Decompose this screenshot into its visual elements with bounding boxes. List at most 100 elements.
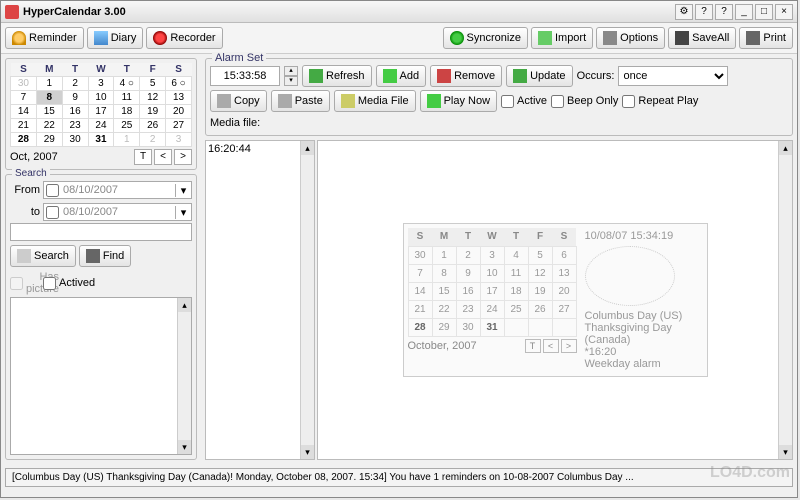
calendar-day[interactable]: 25	[114, 119, 140, 133]
spinner-up-icon[interactable]: ▴	[284, 66, 298, 76]
calendar-day[interactable]: 31	[88, 133, 114, 147]
calendar-day[interactable]: 1	[36, 77, 62, 91]
calendar-day[interactable]: 21	[11, 119, 37, 133]
calendar-day[interactable]: 5	[140, 77, 166, 91]
calendar-day[interactable]: 31	[480, 318, 504, 336]
calendar-day[interactable]: 17	[480, 282, 504, 300]
calendar-day[interactable]: 24	[480, 300, 504, 318]
calendar-day[interactable]: 8	[432, 264, 456, 282]
update-button[interactable]: Update	[506, 65, 572, 87]
remove-button[interactable]: Remove	[430, 65, 502, 87]
calendar-day[interactable]: 11	[504, 264, 528, 282]
search-text-input[interactable]	[10, 223, 192, 241]
titlebar-button-2[interactable]: ?	[695, 4, 713, 20]
calendar-day[interactable]: 30	[11, 77, 37, 91]
has-picture-checkbox[interactable]: Has picture	[10, 271, 40, 295]
calendar-day[interactable]: 16	[62, 105, 88, 119]
calendar-day[interactable]: 27	[166, 119, 192, 133]
calendar-day[interactable]: 2	[456, 246, 480, 264]
recorder-button[interactable]: Recorder	[146, 27, 222, 49]
spinner-down-icon[interactable]: ▾	[284, 76, 298, 86]
maximize-button[interactable]: □	[755, 4, 773, 20]
calendar-day[interactable]: 22	[432, 300, 456, 318]
calendar-day[interactable]: 10	[88, 91, 114, 105]
preview-prev-button[interactable]: <	[543, 339, 559, 353]
copy-button[interactable]: Copy	[210, 90, 267, 112]
print-button[interactable]: Print	[739, 27, 793, 49]
calendar-day[interactable]: 28	[11, 133, 37, 147]
calendar-day[interactable]: 30	[456, 318, 480, 336]
calendar-day[interactable]: 23	[456, 300, 480, 318]
calendar-day[interactable]: 29	[432, 318, 456, 336]
calendar-day[interactable]: 14	[408, 282, 432, 300]
refresh-button[interactable]: Refresh	[302, 65, 372, 87]
calendar-day[interactable]: 29	[36, 133, 62, 147]
close-button[interactable]: ×	[775, 4, 793, 20]
calendar-day[interactable]: 1	[432, 246, 456, 264]
syncronize-button[interactable]: Syncronize	[443, 27, 528, 49]
calendar-day[interactable]	[504, 318, 528, 336]
paste-button[interactable]: Paste	[271, 90, 330, 112]
calendar-day[interactable]: 23	[62, 119, 88, 133]
calendar-day[interactable]: 4	[504, 246, 528, 264]
reminder-button[interactable]: Reminder	[5, 27, 84, 49]
calendar-day[interactable]: 9	[456, 264, 480, 282]
add-button[interactable]: Add	[376, 65, 427, 87]
calendar-day[interactable]: 2	[140, 133, 166, 147]
calendar-day[interactable]: 22	[36, 119, 62, 133]
today-button[interactable]: T	[134, 149, 152, 165]
calendar-day[interactable]: 11	[114, 91, 140, 105]
calendar-day[interactable]: 6 ○	[166, 77, 192, 91]
calendar-day[interactable]: 28	[408, 318, 432, 336]
calendar-day[interactable]: 3	[166, 133, 192, 147]
scrollbar[interactable]: ▴▾	[300, 141, 314, 459]
calendar-day[interactable]: 3	[88, 77, 114, 91]
calendar-day[interactable]: 24	[88, 119, 114, 133]
diary-button[interactable]: Diary	[87, 27, 144, 49]
calendar-day[interactable]: 21	[408, 300, 432, 318]
calendar-day[interactable]: 12	[140, 91, 166, 105]
calendar-day[interactable]: 17	[88, 105, 114, 119]
calendar-day[interactable]: 10	[480, 264, 504, 282]
calendar-day[interactable]: 5	[528, 246, 552, 264]
preview-today-button[interactable]: T	[525, 339, 541, 353]
calendar-day[interactable]: 30	[62, 133, 88, 147]
calendar-day[interactable]: 6	[552, 246, 576, 264]
calendar-day[interactable]: 25	[504, 300, 528, 318]
calendar-day[interactable]: 1	[114, 133, 140, 147]
find-button[interactable]: Find	[79, 245, 131, 267]
active-checkbox[interactable]: Active	[501, 95, 547, 108]
calendar-day[interactable]	[552, 318, 576, 336]
chevron-down-icon[interactable]: ▾	[175, 184, 191, 197]
search-results-list[interactable]: ▴▾	[10, 297, 192, 455]
calendar-day[interactable]: 7	[408, 264, 432, 282]
import-button[interactable]: Import	[531, 27, 593, 49]
beep-only-checkbox[interactable]: Beep Only	[551, 95, 618, 108]
calendar-day[interactable]: 18	[504, 282, 528, 300]
minimize-button[interactable]: _	[735, 4, 753, 20]
scroll-down-icon[interactable]: ▾	[779, 445, 792, 459]
calendar-day[interactable]: 19	[528, 282, 552, 300]
saveall-button[interactable]: SaveAll	[668, 27, 736, 49]
search-button[interactable]: Search	[10, 245, 76, 267]
calendar-day[interactable]: 27	[552, 300, 576, 318]
chevron-down-icon[interactable]: ▾	[175, 206, 191, 219]
options-button[interactable]: Options	[596, 27, 665, 49]
scrollbar[interactable]: ▴▾	[778, 141, 792, 459]
scrollbar[interactable]: ▴▾	[177, 298, 191, 454]
scroll-up-icon[interactable]: ▴	[301, 141, 314, 155]
time-spinner[interactable]: ▴▾	[284, 66, 298, 86]
scroll-down-icon[interactable]: ▾	[178, 440, 191, 454]
calendar-day[interactable]: 4 ○	[114, 77, 140, 91]
preview-next-button[interactable]: >	[561, 339, 577, 353]
calendar-day[interactable]: 13	[166, 91, 192, 105]
calendar-day[interactable]: 7	[11, 91, 37, 105]
calendar-day[interactable]: 9	[62, 91, 88, 105]
scroll-up-icon[interactable]: ▴	[178, 298, 191, 312]
calendar-day[interactable]: 26	[140, 119, 166, 133]
from-date-checkbox[interactable]	[46, 184, 59, 197]
scroll-down-icon[interactable]: ▾	[301, 445, 314, 459]
calendar-day[interactable]: 13	[552, 264, 576, 282]
calendar-day[interactable]: 18	[114, 105, 140, 119]
calendar-day[interactable]: 15	[36, 105, 62, 119]
